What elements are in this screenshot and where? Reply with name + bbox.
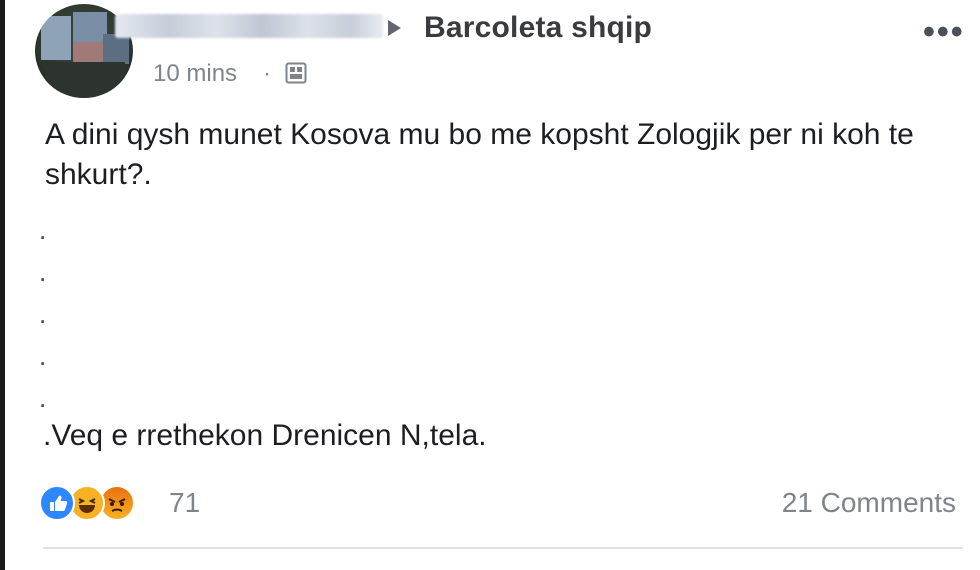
reaction-count: 71: [169, 487, 201, 518]
footer-divider: [43, 547, 963, 549]
post-timestamp[interactable]: 10 mins: [153, 60, 237, 88]
dot-line: .: [39, 257, 47, 287]
shared-to-arrow-icon: [388, 20, 401, 36]
facebook-post: Barcoleta shqip ••• 10 mins · A dini qys…: [5, 0, 980, 570]
reactions-summary[interactable]: 71: [39, 485, 201, 523]
like-icon: [39, 485, 75, 521]
author-name-blurred[interactable]: [115, 14, 383, 38]
dot-line: .: [39, 383, 47, 413]
meta-separator: ·: [263, 60, 271, 87]
group-members-icon: [285, 62, 307, 84]
comments-count-link[interactable]: 21 Comments: [782, 487, 956, 519]
post-body-text: A dini qysh munet Kosova mu bo me kopsht…: [45, 118, 914, 191]
dot-line: .: [39, 299, 47, 329]
dot-line: .: [39, 341, 47, 371]
more-options-icon[interactable]: •••: [923, 15, 967, 49]
post-closing-text: .Veq e rrethekon Drenicen N,tela.: [43, 419, 487, 452]
dot-line: .: [39, 215, 47, 245]
group-name-link[interactable]: Barcoleta shqip: [424, 11, 652, 45]
